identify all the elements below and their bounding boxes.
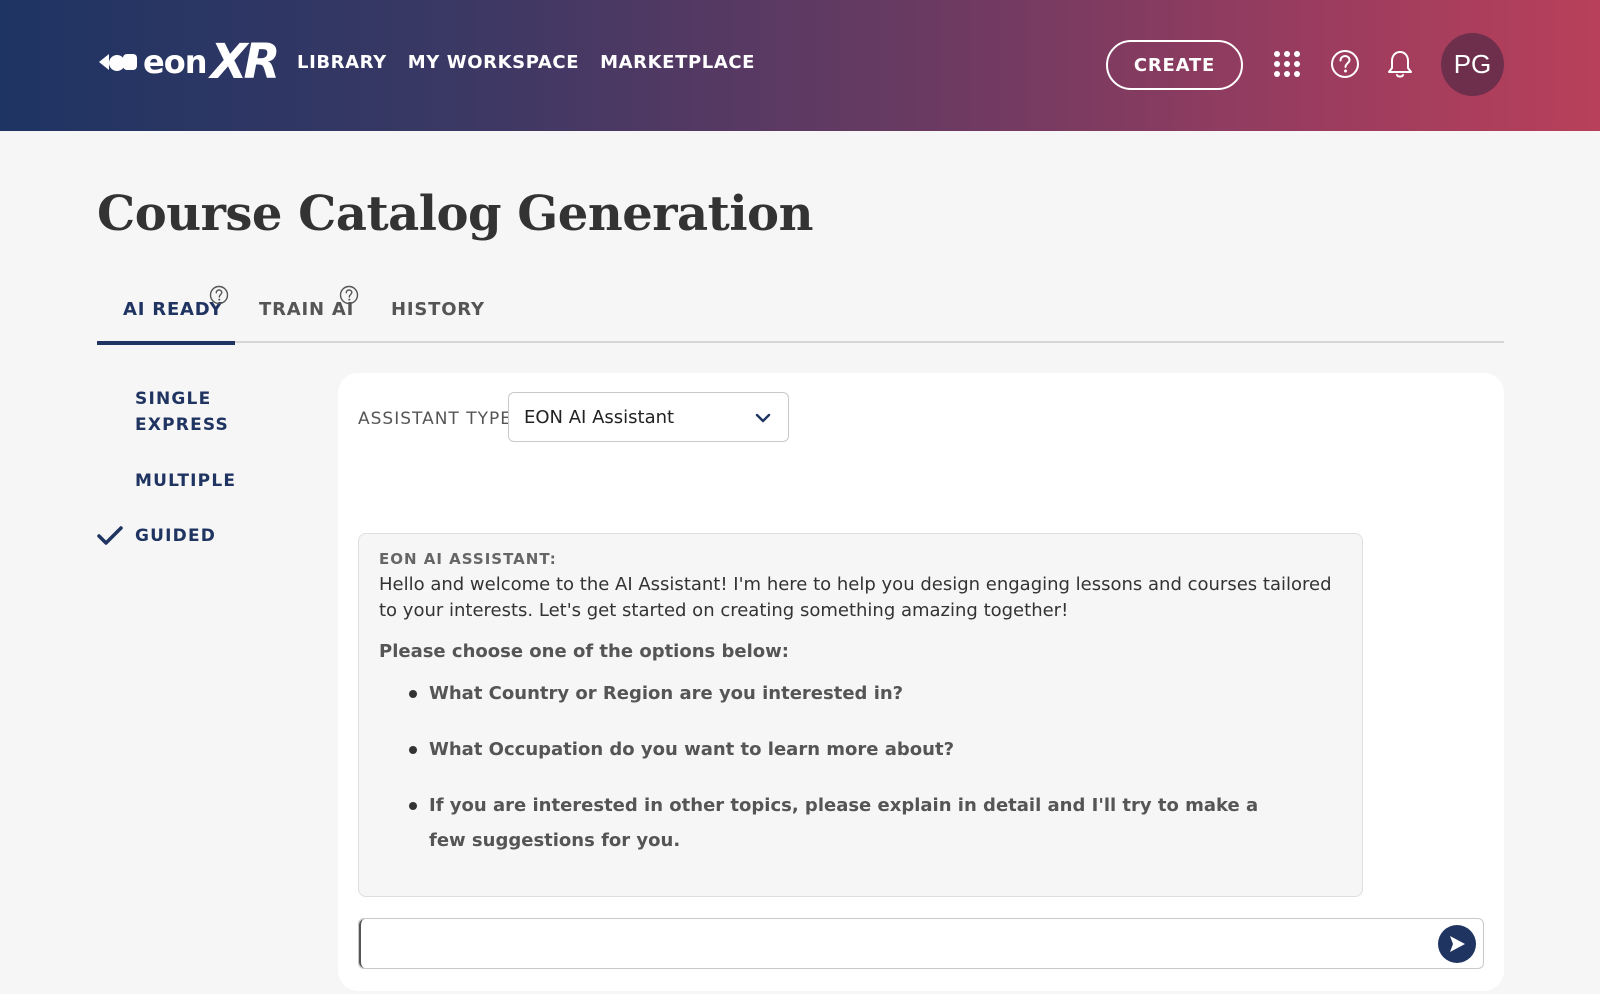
- tab-history[interactable]: HISTORY: [391, 283, 485, 343]
- side-item-guided[interactable]: GUIDED: [135, 523, 255, 549]
- tab-train-ai[interactable]: TRAIN AI: [259, 283, 359, 343]
- logo-mark-icon: [97, 48, 139, 76]
- assistant-type-select[interactable]: EON AI Assistant: [508, 392, 789, 442]
- nav-library[interactable]: LIBRARY: [297, 52, 387, 73]
- option-country-region[interactable]: What Country or Region are you intereste…: [409, 676, 1259, 711]
- chevron-down-icon: [755, 413, 771, 423]
- message-intro: Hello and welcome to the AI Assistant! I…: [379, 574, 1332, 621]
- user-avatar[interactable]: PG: [1441, 33, 1504, 96]
- option-occupation[interactable]: What Occupation do you want to learn mor…: [409, 732, 1259, 767]
- create-button[interactable]: CREATE: [1106, 40, 1243, 90]
- assistant-type-label: ASSISTANT TYPE: [358, 409, 512, 429]
- logo-eon-text: eon: [143, 43, 207, 81]
- message-prompt: Please choose one of the options below:: [379, 641, 789, 662]
- nav-my-workspace[interactable]: MY WORKSPACE: [408, 52, 579, 73]
- tab-label: HISTORY: [391, 299, 485, 320]
- chat-input-container: [358, 918, 1484, 969]
- train-ai-help-icon[interactable]: [339, 285, 359, 305]
- page-title: Course Catalog Generation: [97, 186, 813, 242]
- ai-ready-help-icon[interactable]: [209, 285, 229, 305]
- assistant-type-value: EON AI Assistant: [524, 406, 675, 428]
- nav-marketplace[interactable]: MARKETPLACE: [600, 52, 755, 73]
- chat-input[interactable]: [359, 919, 1419, 968]
- apps-grid-icon[interactable]: [1269, 46, 1305, 82]
- top-navigation-bar: eon XR LIBRARY MY WORKSPACE MARKETPLACE …: [0, 0, 1600, 131]
- tab-ai-ready[interactable]: AI READY: [97, 283, 235, 345]
- assistant-panel: ASSISTANT TYPE EON AI Assistant EON AI A…: [338, 373, 1504, 991]
- check-icon: [97, 526, 123, 545]
- logo-xr-text: XR: [210, 34, 280, 90]
- option-list: What Country or Region are you intereste…: [379, 676, 1342, 858]
- option-other-topics[interactable]: If you are interested in other topics, p…: [409, 788, 1259, 858]
- main-nav: LIBRARY MY WORKSPACE MARKETPLACE: [297, 52, 755, 73]
- tab-bar: AI READY TRAIN AI HISTORY: [97, 283, 1504, 345]
- eonxr-logo[interactable]: eon XR: [97, 34, 280, 90]
- assistant-message: EON AI ASSISTANT: Hello and welcome to t…: [358, 533, 1363, 897]
- send-button[interactable]: [1438, 925, 1476, 963]
- side-item-single-express[interactable]: SINGLE EXPRESS: [135, 386, 255, 438]
- message-sender: EON AI ASSISTANT:: [379, 550, 557, 568]
- bell-icon[interactable]: [1382, 46, 1418, 82]
- help-icon[interactable]: [1327, 46, 1363, 82]
- side-item-multiple[interactable]: MULTIPLE: [135, 468, 255, 494]
- send-icon: [1450, 936, 1465, 952]
